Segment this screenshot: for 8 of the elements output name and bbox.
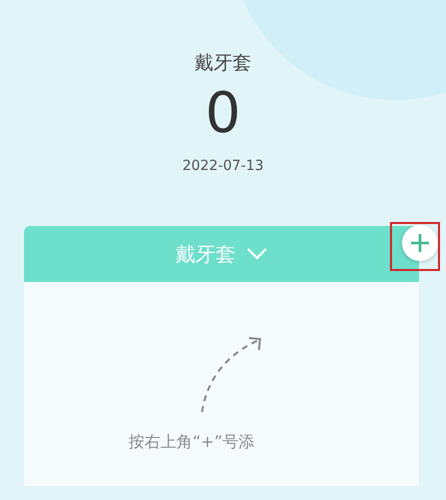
count-value: 0 (205, 82, 241, 146)
plus-icon (410, 233, 430, 253)
add-button[interactable] (402, 225, 438, 261)
hint-text: 按右上角“+”号添 (128, 432, 254, 453)
chevron-down-icon (246, 247, 268, 261)
date-label: 2022-07-13 (182, 158, 264, 174)
page-title: 戴牙套 (194, 51, 252, 76)
category-dropdown[interactable]: 戴牙套 (24, 226, 419, 282)
